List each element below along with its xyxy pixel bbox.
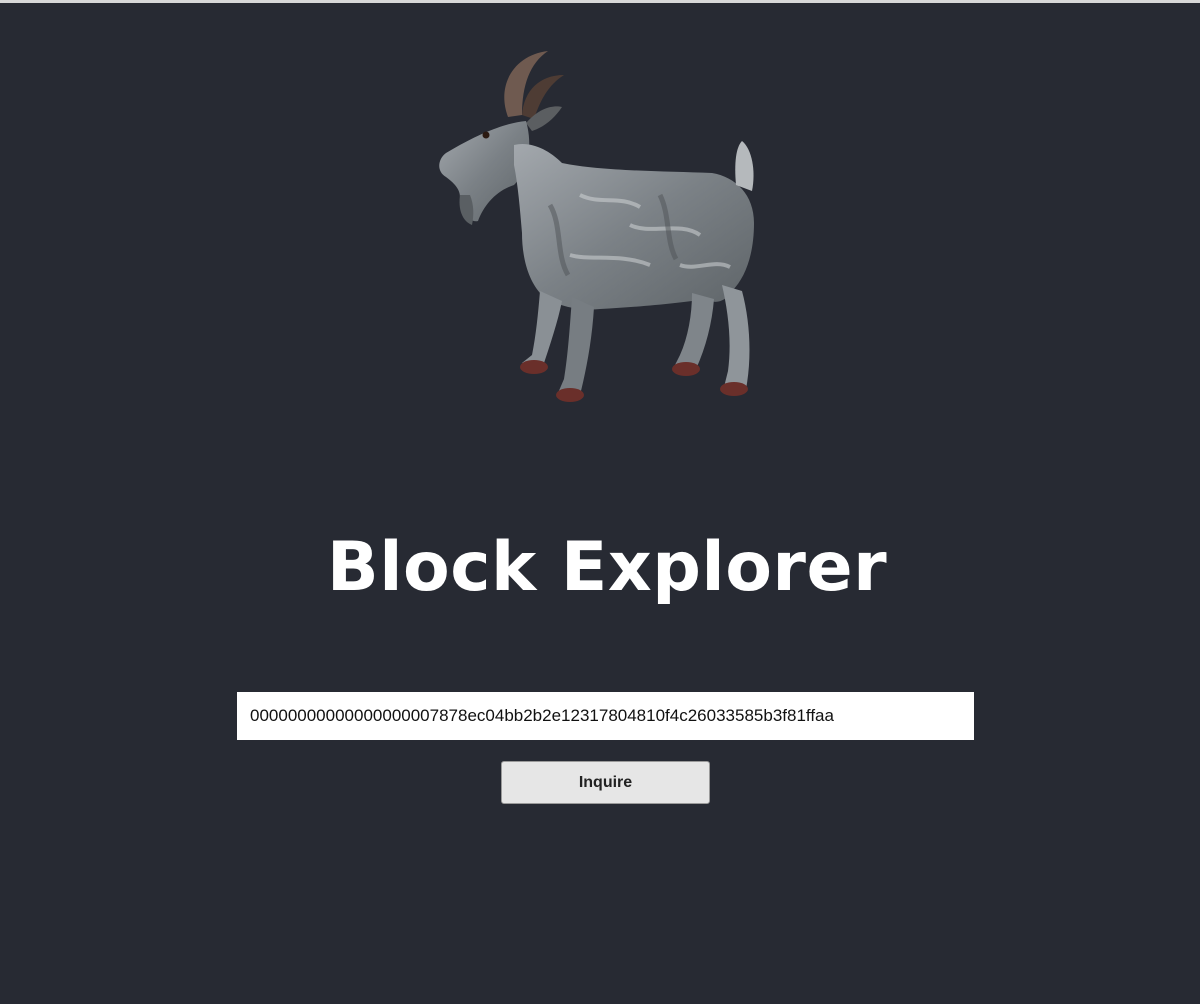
inquire-button[interactable]: Inquire [501, 761, 710, 804]
page-title: Block Explorer [326, 528, 888, 607]
block-hash-input[interactable] [237, 692, 974, 740]
block-explorer-page: Block Explorer Inquire [0, 0, 1200, 1004]
goat-icon [439, 51, 754, 402]
top-divider [0, 0, 1200, 3]
